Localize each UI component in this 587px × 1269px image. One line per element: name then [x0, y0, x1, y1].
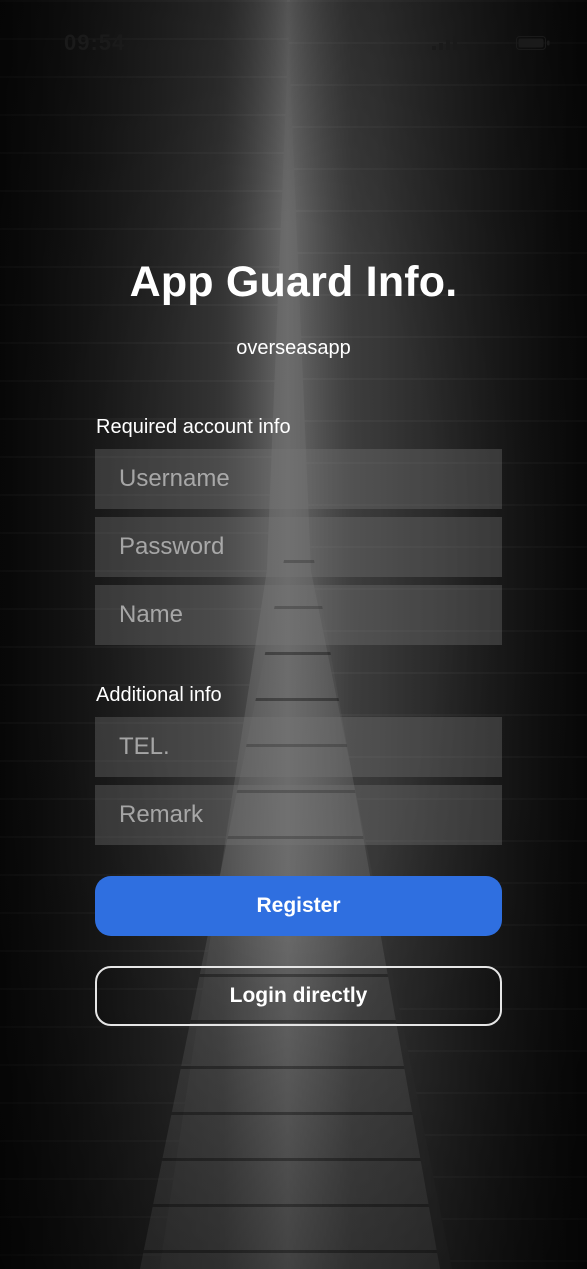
username-input[interactable] [95, 449, 502, 509]
required-section-label: Required account info [96, 416, 291, 438]
app-screen: 09:54 App Guard Info. overseasapp Requir… [0, 0, 587, 1269]
signal-icon [432, 36, 457, 50]
password-input[interactable] [95, 517, 502, 577]
battery-icon [516, 36, 550, 50]
page-title: App Guard Info. [129, 258, 458, 306]
page-subtitle: overseasapp [236, 337, 351, 359]
name-input[interactable] [95, 585, 502, 645]
remark-input[interactable] [95, 785, 502, 845]
tel-input[interactable] [95, 717, 502, 777]
status-time: 09:54 [64, 30, 126, 55]
register-button[interactable]: Register [95, 876, 502, 936]
additional-section-label: Additional info [96, 684, 222, 706]
login-directly-button[interactable]: Login directly [95, 966, 502, 1026]
status-bar: 09:54 [0, 0, 587, 90]
